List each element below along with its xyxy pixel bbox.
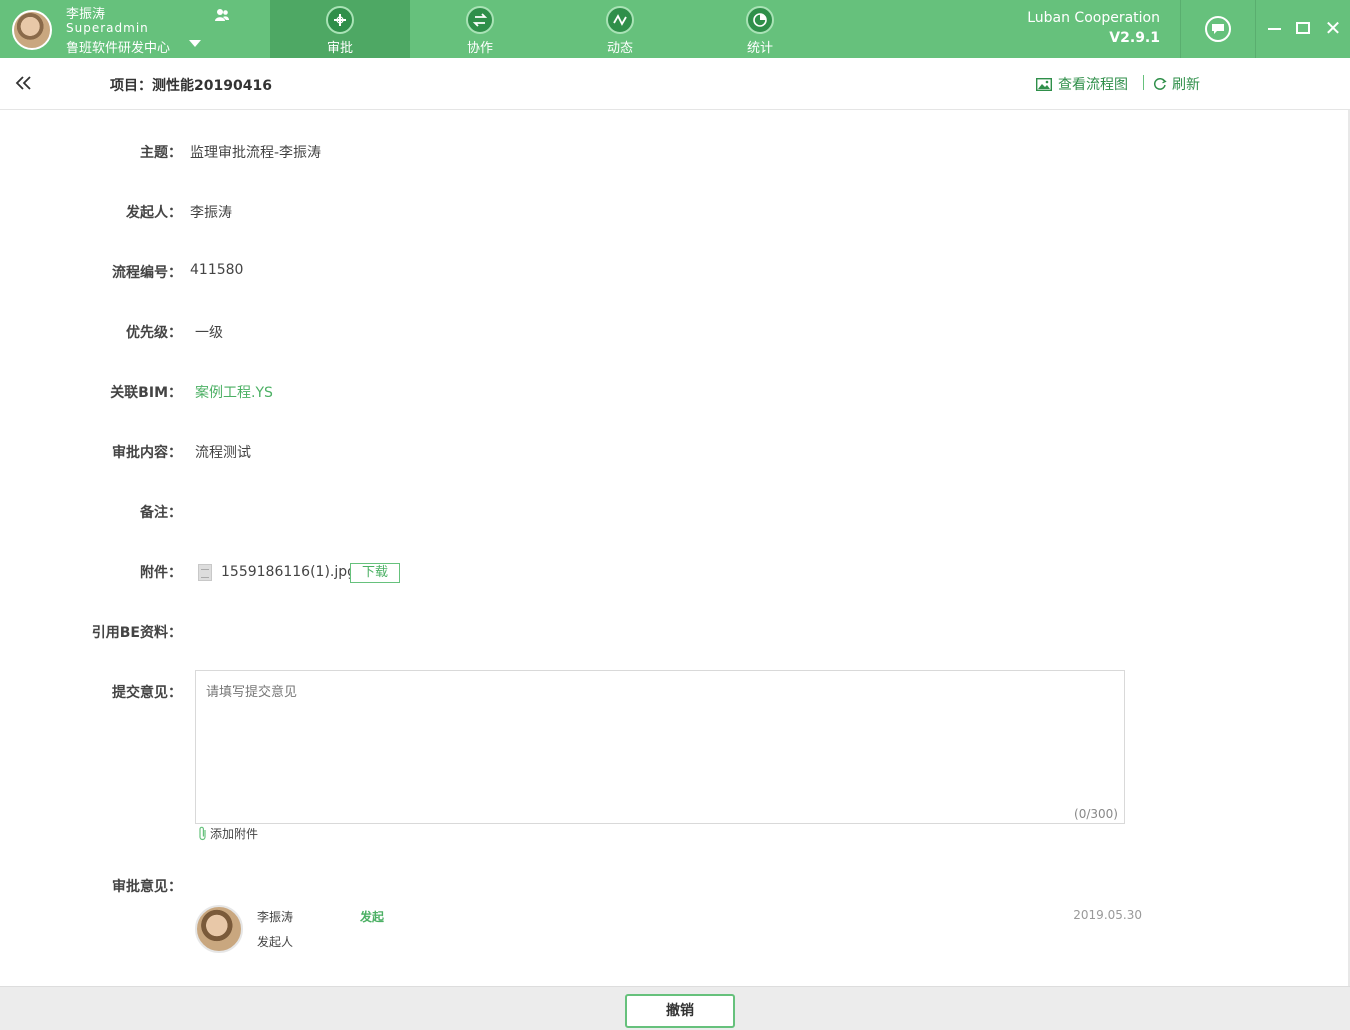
- maximize-icon: [1296, 22, 1310, 34]
- image-icon: [1036, 77, 1052, 91]
- initiator-value: 李振涛: [190, 205, 232, 221]
- view-flowchart-link[interactable]: 查看流程图: [1036, 74, 1128, 94]
- close-button[interactable]: ✕: [1322, 16, 1344, 40]
- tab-activity[interactable]: 动态: [550, 0, 690, 58]
- subject-value: 监理审批流程-李振涛: [190, 145, 322, 161]
- refresh-label: 刷新: [1172, 77, 1200, 93]
- tab-approval-label: 审批: [326, 41, 353, 56]
- flow-number-value: 411580: [190, 262, 244, 278]
- divider: [1180, 0, 1181, 58]
- approver-role: 发起人: [257, 935, 294, 949]
- approver-avatar: [195, 905, 243, 953]
- char-counter: (0/300): [1074, 807, 1118, 821]
- add-attachment-link[interactable]: 添加附件: [198, 825, 258, 842]
- tab-approval[interactable]: 审批: [270, 0, 410, 58]
- revoke-button[interactable]: 撤销: [625, 994, 735, 1028]
- tab-collaborate[interactable]: 协作: [410, 0, 550, 58]
- chat-icon[interactable]: [1205, 16, 1231, 42]
- minimize-icon: [1268, 28, 1281, 30]
- bim-label: 关联BIM：: [110, 385, 182, 401]
- app-version: V2.9.1: [1109, 30, 1160, 46]
- initiator-label: 发起人：: [126, 205, 182, 221]
- file-icon: [198, 564, 212, 581]
- approval-action: 发起: [360, 910, 385, 924]
- approval-icon: [326, 6, 354, 34]
- divider: [1143, 75, 1144, 90]
- add-attachment-label: 添加附件: [210, 827, 259, 841]
- top-bar: 李振涛 Superadmin 鲁班软件研发中心 审批 协作 动态 统计 Luba…: [0, 0, 1350, 58]
- user-org[interactable]: 鲁班软件研发中心: [66, 37, 170, 56]
- user-role: Superadmin: [66, 21, 149, 35]
- approval-date: 2019.05.30: [1073, 908, 1142, 922]
- user-avatar[interactable]: [12, 10, 52, 50]
- activity-icon: [606, 6, 634, 34]
- minimize-button[interactable]: [1264, 18, 1286, 40]
- attachment-filename[interactable]: 1559186116(1).jpg: [221, 564, 356, 580]
- tab-statistics[interactable]: 统计: [690, 0, 830, 58]
- content-value: 流程测试: [195, 445, 251, 461]
- back-icon[interactable]: [12, 71, 36, 95]
- download-button[interactable]: 下载: [350, 563, 400, 583]
- project-title: 项目：测性能20190416: [110, 78, 272, 94]
- collaborate-icon: [466, 6, 494, 34]
- content-label: 审批内容：: [112, 445, 182, 461]
- priority-label: 优先级：: [126, 325, 182, 341]
- approval-opinion-label: 审批意见：: [112, 879, 182, 895]
- tab-collaborate-label: 协作: [466, 41, 493, 56]
- attachment-label: 附件：: [140, 565, 182, 581]
- org-dropdown-icon[interactable]: [189, 40, 201, 47]
- user-name: 李振涛: [66, 7, 106, 22]
- maximize-button[interactable]: [1293, 18, 1315, 40]
- close-icon: ✕: [1324, 16, 1342, 40]
- divider: [1255, 0, 1256, 58]
- app-brand: Luban Cooperation: [1027, 10, 1160, 26]
- view-flowchart-label: 查看流程图: [1058, 77, 1128, 93]
- tab-activity-label: 动态: [606, 41, 633, 56]
- opinion-textarea[interactable]: [195, 670, 1125, 824]
- tab-statistics-label: 统计: [746, 41, 773, 56]
- bim-link[interactable]: 案例工程.YS: [195, 382, 273, 402]
- paperclip-icon: [199, 826, 206, 841]
- priority-value: 一级: [195, 325, 223, 341]
- user-group-icon[interactable]: [214, 8, 230, 22]
- statistics-icon: [746, 6, 774, 34]
- refresh-link[interactable]: 刷新: [1153, 74, 1200, 94]
- refresh-icon: [1154, 78, 1167, 90]
- submit-opinion-label: 提交意见：: [112, 685, 182, 701]
- approver-name: 李振涛: [257, 910, 294, 924]
- footer-bar: 撤销: [0, 986, 1350, 1030]
- subject-label: 主题：: [140, 145, 182, 161]
- be-reference-label: 引用BE资料：: [91, 625, 182, 641]
- flow-number-label: 流程编号：: [112, 265, 182, 281]
- sub-header: 项目：测性能20190416 查看流程图 刷新: [0, 58, 1350, 110]
- remark-label: 备注：: [140, 505, 182, 521]
